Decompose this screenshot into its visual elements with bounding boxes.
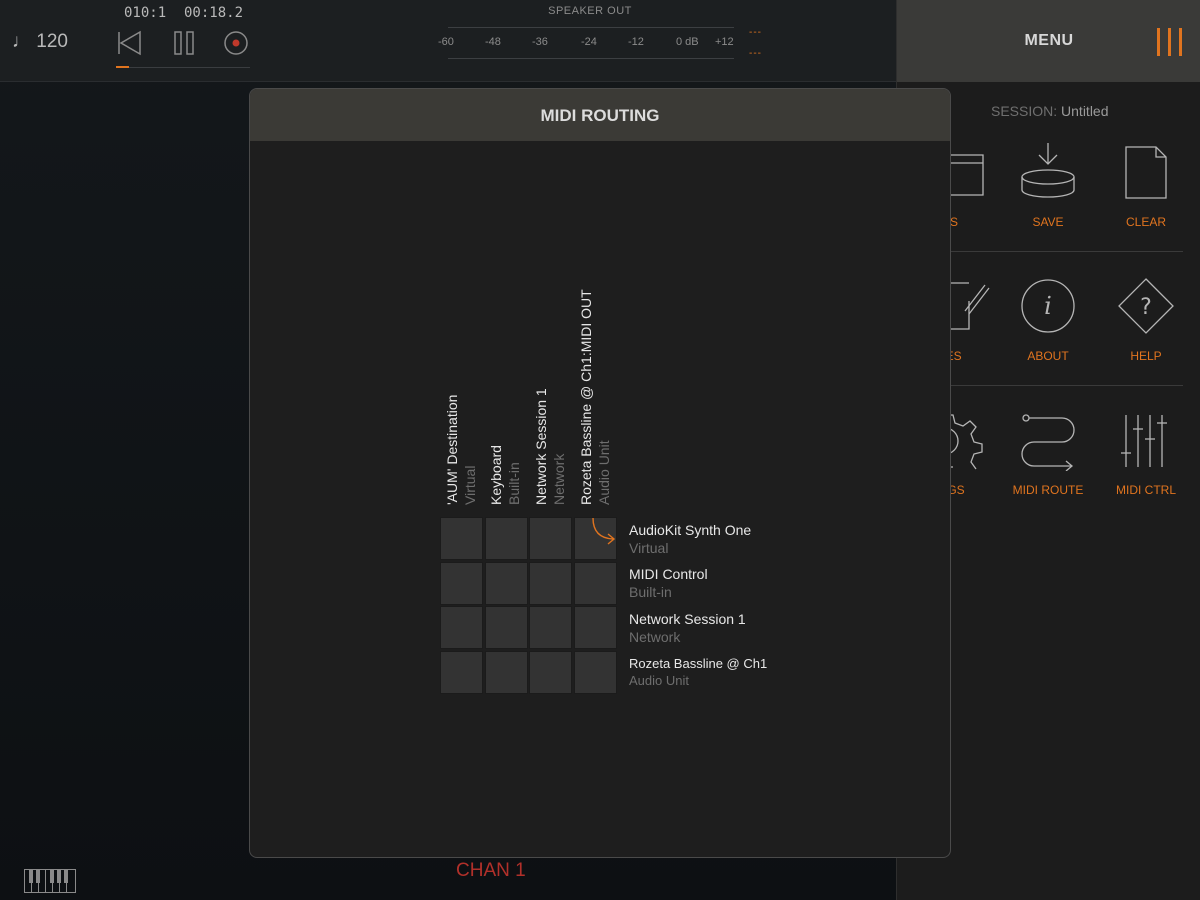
destination-label: Rozeta Bassline @ Ch1 Audio Unit xyxy=(629,656,889,688)
routing-cell[interactable] xyxy=(574,651,617,694)
route-arrow-icon xyxy=(592,518,616,545)
time-clock: 00:18.2 xyxy=(184,5,244,21)
pause-icon[interactable] xyxy=(170,29,198,57)
clear-page-icon xyxy=(1125,146,1167,199)
menu-item-label: MIDI CTRL xyxy=(1116,483,1176,497)
clip-indicator-right: --- xyxy=(749,48,762,59)
menu-item-help[interactable]: ? HELP xyxy=(1101,277,1191,363)
source-column: Rozeta Bassline @ Ch1:MIDI OUT Audio Uni… xyxy=(578,245,622,505)
dialog-title: MIDI ROUTING xyxy=(540,106,660,125)
destination-type: Virtual xyxy=(629,540,669,556)
menu-toggle-icon[interactable] xyxy=(1155,28,1185,56)
routing-cell[interactable] xyxy=(574,517,617,560)
destination-name: Network Session 1 xyxy=(629,611,746,627)
source-column: 'AUM' Destination Virtual xyxy=(444,245,488,505)
source-type: Virtual xyxy=(462,465,478,505)
menu-item-clear[interactable]: CLEAR xyxy=(1101,143,1191,229)
routing-cell[interactable] xyxy=(574,562,617,605)
meter-tick: -60 xyxy=(438,36,454,48)
routing-cell[interactable] xyxy=(574,606,617,649)
routing-cell[interactable] xyxy=(440,606,483,649)
info-icon: i xyxy=(1021,279,1075,333)
destination-type: Network xyxy=(629,629,681,645)
menu-divider xyxy=(945,385,1183,386)
progress-fill xyxy=(116,66,130,68)
routing-cell[interactable] xyxy=(440,517,483,560)
menu-item-label: SAVE xyxy=(1032,215,1064,229)
midi-routing-dialog: MIDI ROUTING 'AUM' Destination Virtual K… xyxy=(249,88,951,858)
meter-tick: -12 xyxy=(628,36,644,48)
menu-divider xyxy=(945,251,1183,252)
tempo-display[interactable]: ♩ 120 xyxy=(12,31,68,53)
channel-label[interactable]: CHAN 1 xyxy=(456,860,526,882)
destination-type: Audio Unit xyxy=(629,673,689,688)
menu-item-midi-route[interactable]: MIDI ROUTE xyxy=(1003,411,1093,497)
menu-header: MENU xyxy=(897,0,1200,82)
session-value: Untitled xyxy=(1061,103,1109,119)
source-type: Audio Unit xyxy=(596,440,612,505)
destination-label: MIDI Control Built-in xyxy=(629,566,889,600)
meter-title: SPEAKER OUT xyxy=(548,5,632,17)
source-name: Network Session 1 xyxy=(533,388,549,505)
routing-cell[interactable] xyxy=(485,517,528,560)
routing-cell[interactable] xyxy=(529,606,572,649)
meter-tick: -48 xyxy=(485,36,501,48)
source-column: Network Session 1 Network xyxy=(533,245,577,505)
routing-cell[interactable] xyxy=(485,606,528,649)
clip-indicator-left: --- xyxy=(749,27,762,38)
routing-cell[interactable] xyxy=(485,562,528,605)
routing-cell[interactable] xyxy=(529,651,572,694)
routing-cell[interactable] xyxy=(485,651,528,694)
destination-type: Built-in xyxy=(629,584,672,600)
meter-tick: -24 xyxy=(581,36,597,48)
meter-tick: +12 xyxy=(715,36,734,48)
sliders-icon xyxy=(1121,415,1167,467)
meter-rail-bottom xyxy=(448,58,734,59)
destination-label: Network Session 1 Network xyxy=(629,611,889,645)
meter-tick: -36 xyxy=(532,36,548,48)
aum-app: ♩ 120 010:1 00:18.2 SPEAKER OUT -60 -48 … xyxy=(0,0,1200,900)
meter-rail-top xyxy=(448,27,734,28)
midi-route-icon xyxy=(1021,414,1075,471)
routing-cell[interactable] xyxy=(440,562,483,605)
menu-item-save[interactable]: SAVE xyxy=(1003,143,1093,229)
rewind-icon[interactable] xyxy=(116,29,144,57)
destination-name: MIDI Control xyxy=(629,566,708,582)
speaker-out-meter: -60 -48 -36 -24 -12 0 dB +12 xyxy=(438,24,736,64)
playback-progress[interactable] xyxy=(116,66,250,68)
source-column: Keyboard Built-in xyxy=(488,245,532,505)
source-type: Built-in xyxy=(506,462,522,505)
menu-item-label: HELP xyxy=(1130,349,1162,363)
svg-text:i: i xyxy=(1044,292,1052,320)
record-icon[interactable] xyxy=(222,29,250,57)
routing-cell[interactable] xyxy=(440,651,483,694)
destination-label: AudioKit Synth One Virtual xyxy=(629,522,889,556)
svg-text:?: ? xyxy=(1140,295,1152,320)
destination-name: Rozeta Bassline @ Ch1 xyxy=(629,656,768,671)
help-icon: ? xyxy=(1118,278,1174,334)
routing-matrix xyxy=(440,517,618,695)
destination-name: AudioKit Synth One xyxy=(629,522,752,538)
save-icon xyxy=(1021,143,1075,198)
routing-cell[interactable] xyxy=(529,562,572,605)
menu-item-label: MIDI ROUTE xyxy=(1012,483,1084,497)
dialog-header: MIDI ROUTING xyxy=(250,89,950,141)
source-name: 'AUM' Destination xyxy=(444,394,460,505)
routing-cell[interactable] xyxy=(529,517,572,560)
source-name: Keyboard xyxy=(488,445,504,505)
session-name: SESSION: Untitled xyxy=(991,103,1109,119)
source-type: Network xyxy=(551,453,567,505)
source-name: Rozeta Bassline @ Ch1:MIDI OUT xyxy=(578,289,594,505)
menu-item-label: CLEAR xyxy=(1125,215,1166,229)
menu-item-midi-ctrl[interactable]: MIDI CTRL xyxy=(1101,411,1191,497)
menu-item-label: ABOUT xyxy=(1027,349,1069,363)
song-position: 010:1 xyxy=(124,5,167,21)
meter-tick: 0 dB xyxy=(676,36,699,48)
menu-item-about[interactable]: i ABOUT xyxy=(1003,277,1093,363)
transport-bar: ♩ 120 010:1 00:18.2 SPEAKER OUT -60 -48 … xyxy=(0,0,896,82)
session-label: SESSION: xyxy=(991,103,1058,119)
keyboard-icon[interactable] xyxy=(24,869,76,893)
